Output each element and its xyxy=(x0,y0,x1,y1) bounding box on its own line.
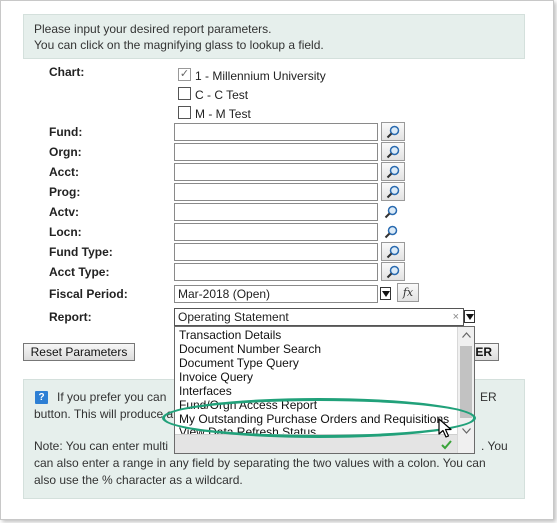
orgn-lookup-button[interactable] xyxy=(381,142,405,161)
checkmark-icon: ✓ xyxy=(179,68,190,80)
intro-line-2: You can click on the magnifying glass to… xyxy=(34,38,324,52)
locn-label: Locn: xyxy=(49,225,82,239)
fiscal-period-label: Fiscal Period: xyxy=(49,287,128,301)
report-option[interactable]: Transaction Details xyxy=(175,328,458,342)
fund-type-input[interactable] xyxy=(174,243,378,261)
function-button[interactable]: fx xyxy=(397,283,419,302)
fiscal-period-select[interactable]: Mar-2018 (Open) xyxy=(174,285,378,303)
report-dropdown-button[interactable] xyxy=(464,310,475,323)
locn-input[interactable] xyxy=(174,223,378,241)
fiscal-period-dropdown-button[interactable] xyxy=(380,287,391,300)
fund-lookup-button[interactable] xyxy=(381,122,405,141)
actv-lookup-button[interactable] xyxy=(383,204,399,220)
chevron-down-icon xyxy=(465,313,474,320)
orgn-label: Orgn: xyxy=(49,145,82,159)
report-parameters-window: Please input your desired report paramet… xyxy=(0,0,554,520)
highlight-oval xyxy=(162,398,476,438)
clear-icon[interactable]: × xyxy=(453,310,459,324)
acct-type-input[interactable] xyxy=(174,263,378,281)
magnifier-icon xyxy=(386,125,400,138)
report-select[interactable]: Operating Statement × xyxy=(174,308,464,326)
reset-parameters-button[interactable]: Reset Parameters xyxy=(23,343,135,361)
magnifier-icon xyxy=(384,225,398,239)
magnifier-icon xyxy=(386,265,400,278)
intro-line-1: Please input your desired report paramet… xyxy=(34,22,272,36)
chart-checkbox-2[interactable] xyxy=(178,87,191,100)
report-label: Report: xyxy=(49,310,92,324)
help-line-3-right: . You xyxy=(481,439,508,453)
fund-input[interactable] xyxy=(174,123,378,141)
report-option[interactable]: Document Type Query xyxy=(175,356,458,370)
mouse-pointer-icon xyxy=(438,418,452,438)
locn-lookup-button[interactable] xyxy=(383,224,399,240)
fund-label: Fund: xyxy=(49,125,83,139)
report-option[interactable]: Interfaces xyxy=(175,384,458,398)
acct-lookup-button[interactable] xyxy=(381,162,405,181)
chevron-down-icon xyxy=(381,290,390,297)
acct-label: Acct: xyxy=(49,165,80,179)
prog-input[interactable] xyxy=(174,183,378,201)
help-line-3-left: Note: You can enter multi xyxy=(34,439,169,453)
chart-checkbox-1[interactable]: ✓ xyxy=(178,68,191,81)
fund-type-label: Fund Type: xyxy=(49,245,113,259)
dropdown-scrollbar[interactable] xyxy=(457,327,474,453)
fx-icon: fx xyxy=(402,286,414,299)
report-select-value: Operating Statement xyxy=(178,310,289,324)
actv-label: Actv: xyxy=(49,205,80,219)
chart-option-1-label: 1 - Millennium University xyxy=(195,69,326,83)
chart-checkbox-3[interactable] xyxy=(178,106,191,119)
magnifier-icon xyxy=(386,185,400,198)
acct-type-lookup-button[interactable] xyxy=(381,262,405,281)
orgn-input[interactable] xyxy=(174,143,378,161)
scrollbar-thumb[interactable] xyxy=(460,346,472,418)
help-icon: ? xyxy=(35,391,48,404)
chart-label: Chart: xyxy=(49,65,85,79)
actv-input[interactable] xyxy=(174,203,378,221)
help-line-5: also use the % character as a wildcard. xyxy=(34,473,243,487)
intro-panel: Please input your desired report paramet… xyxy=(23,14,525,59)
prog-label: Prog: xyxy=(49,185,81,199)
prog-lookup-button[interactable] xyxy=(381,182,405,201)
acct-type-label: Acct Type: xyxy=(49,265,110,279)
scroll-down-icon[interactable] xyxy=(462,428,471,434)
help-line-1-left: If you prefer you can xyxy=(57,390,167,404)
report-option[interactable]: Document Number Search xyxy=(175,342,458,356)
chart-option-2-label: C - C Test xyxy=(195,88,249,102)
help-line-4: can also enter a range in any field by s… xyxy=(34,456,486,470)
scroll-up-icon[interactable] xyxy=(462,332,471,338)
magnifier-icon xyxy=(384,205,398,219)
report-option[interactable]: Invoice Query xyxy=(175,370,458,384)
magnifier-icon xyxy=(386,145,400,158)
acct-input[interactable] xyxy=(174,163,378,181)
help-line-1-right: ER xyxy=(480,390,497,404)
magnifier-icon xyxy=(386,245,400,258)
magnifier-icon xyxy=(386,165,400,178)
checkmark-icon xyxy=(441,440,452,450)
chart-option-3-label: M - M Test xyxy=(195,107,251,121)
fund-type-lookup-button[interactable] xyxy=(381,242,405,261)
